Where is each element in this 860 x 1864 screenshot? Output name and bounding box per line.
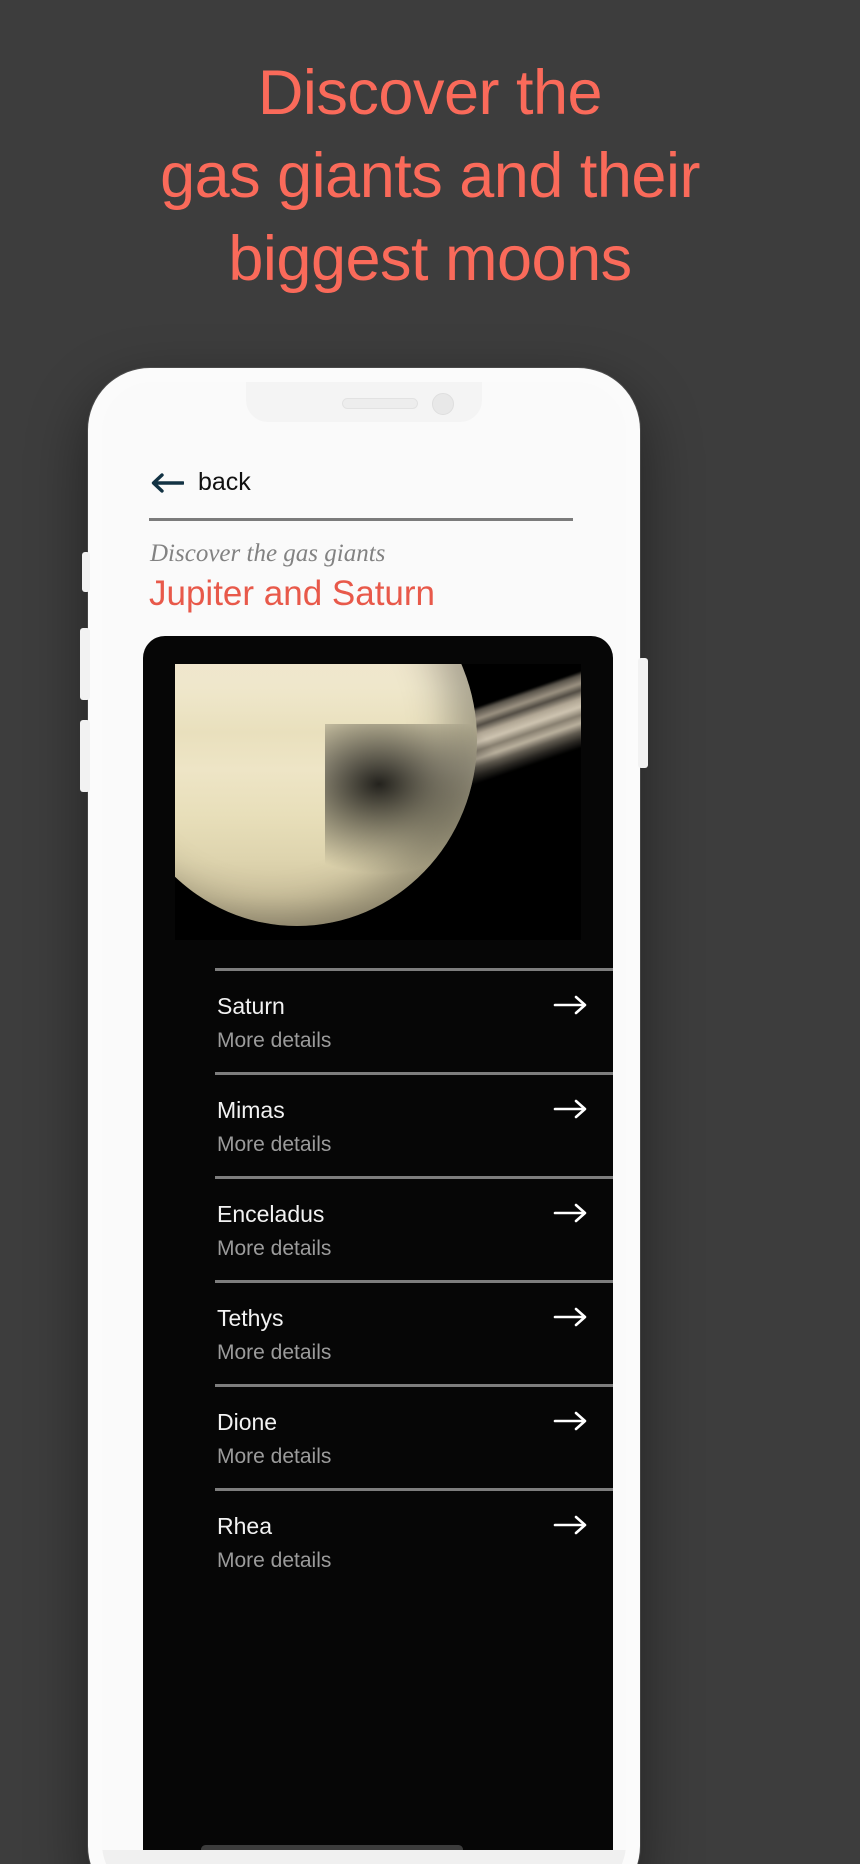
phone-mockup: back Discover the gas giants Jupiter and… <box>80 368 648 1864</box>
list-item-subtitle: More details <box>217 1029 332 1052</box>
saturn-ring-shadow <box>325 724 505 874</box>
arrow-right-icon[interactable] <box>553 1097 589 1121</box>
saturn-hero-image <box>175 664 581 940</box>
arrow-right-icon[interactable] <box>553 1513 589 1537</box>
earpiece-speaker-icon <box>342 398 418 409</box>
front-camera-icon <box>432 393 454 415</box>
app-screen: back Discover the gas giants Jupiter and… <box>102 382 626 1864</box>
arrow-right-icon[interactable] <box>553 1305 589 1329</box>
list-item[interactable]: Dione More details <box>215 1384 613 1488</box>
list-item-name: Tethys <box>217 1305 284 1331</box>
volume-down-button[interactable] <box>80 720 90 792</box>
list-item-subtitle: More details <box>217 1133 332 1156</box>
arrow-right-icon[interactable] <box>553 993 589 1017</box>
screenshot-canvas: Discover the gas giants and their bigges… <box>0 0 860 1864</box>
list-item-name: Enceladus <box>217 1201 325 1227</box>
back-label: back <box>198 468 251 496</box>
list-item[interactable]: Rhea More details <box>215 1488 613 1592</box>
list-item-subtitle: More details <box>217 1341 332 1364</box>
page-title: Jupiter and Saturn <box>149 574 436 613</box>
page-eyebrow: Discover the gas giants <box>150 540 386 567</box>
phone-notch <box>246 382 482 422</box>
list-item-subtitle: More details <box>217 1237 332 1260</box>
arrow-left-icon <box>151 472 184 493</box>
list-item-name: Rhea <box>217 1513 272 1539</box>
list-item[interactable]: Tethys More details <box>215 1280 613 1384</box>
home-indicator-area <box>102 1850 626 1864</box>
list-item-subtitle: More details <box>217 1445 332 1468</box>
mute-switch[interactable] <box>82 552 90 592</box>
list-item[interactable]: Saturn More details <box>215 968 613 1072</box>
volume-up-button[interactable] <box>80 628 90 700</box>
list-item-name: Mimas <box>217 1097 285 1123</box>
list-item-name: Dione <box>217 1409 278 1435</box>
promo-headline: Discover the gas giants and their bigges… <box>160 58 700 295</box>
list-item[interactable]: Enceladus More details <box>215 1176 613 1280</box>
phone-screen: back Discover the gas giants Jupiter and… <box>102 382 626 1864</box>
back-button[interactable]: back <box>150 468 251 497</box>
header-divider <box>149 518 573 521</box>
power-button[interactable] <box>638 658 648 768</box>
content-card: Saturn More details Mimas More details E… <box>143 636 613 1864</box>
list-item-subtitle: More details <box>217 1549 332 1572</box>
arrow-right-icon[interactable] <box>553 1409 589 1433</box>
list-item[interactable]: Mimas More details <box>215 1072 613 1176</box>
moon-list: Saturn More details Mimas More details E… <box>215 968 613 1592</box>
list-item-name: Saturn <box>217 993 285 1019</box>
arrow-right-icon[interactable] <box>553 1201 589 1225</box>
